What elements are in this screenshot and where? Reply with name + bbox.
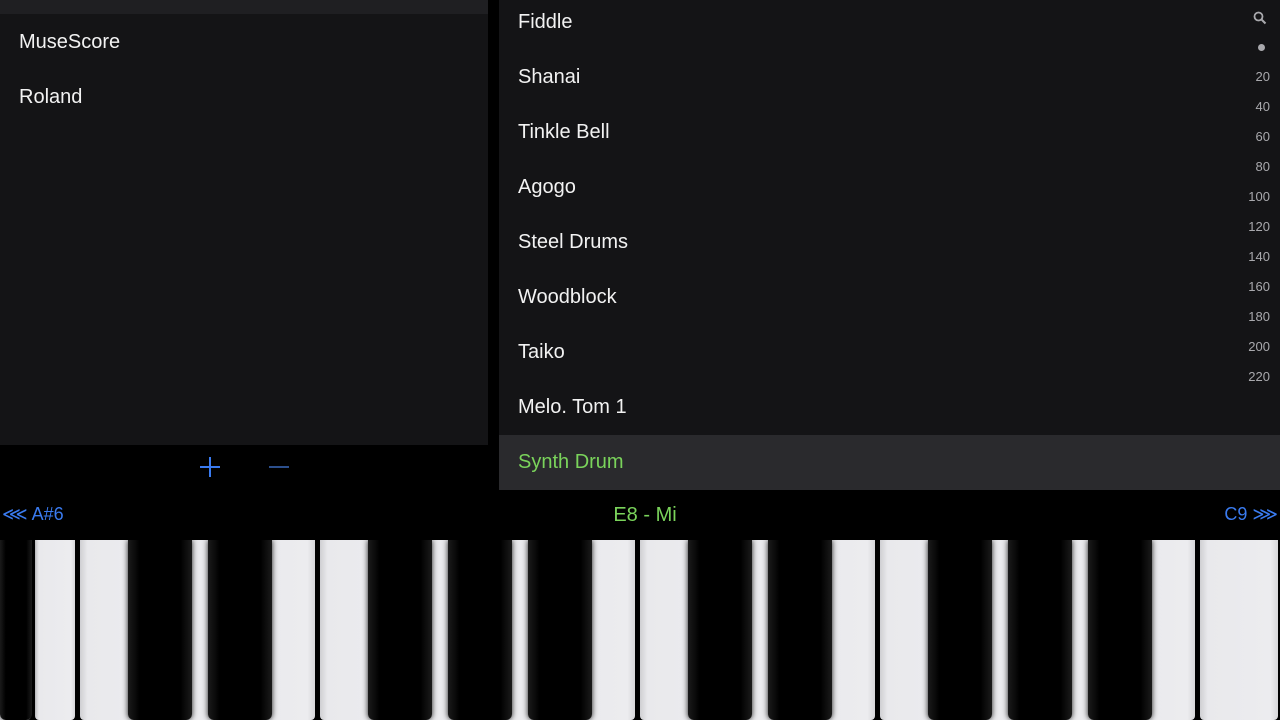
piano-black-key[interactable] xyxy=(448,540,512,720)
index-item-100[interactable]: 100 xyxy=(1230,190,1270,204)
instrument-label-selected: Synth Drum xyxy=(518,451,624,473)
search-icon[interactable] xyxy=(1253,11,1267,25)
add-soundfont-button[interactable] xyxy=(196,453,224,481)
piano-black-key[interactable] xyxy=(768,540,832,720)
index-item-180[interactable]: 180 xyxy=(1230,310,1270,324)
index-item-20[interactable]: 20 xyxy=(1230,70,1270,84)
list-header-strip xyxy=(0,0,488,14)
index-item-200[interactable]: 200 xyxy=(1230,340,1270,354)
instrument-item-melo-tom-1[interactable]: Melo. Tom 1 xyxy=(499,385,1280,440)
instrument-label: Tinkle Bell xyxy=(518,121,610,143)
instrument-label: Woodblock xyxy=(518,286,617,308)
piano-black-key[interactable] xyxy=(128,540,192,720)
piano-black-key[interactable] xyxy=(928,540,992,720)
instrument-label: Shanai xyxy=(518,66,581,88)
piano-black-key[interactable] xyxy=(368,540,432,720)
index-item-220[interactable]: 220 xyxy=(1230,370,1270,384)
instrument-label: Steel Drums xyxy=(518,231,629,253)
piano-black-key[interactable] xyxy=(1088,540,1152,720)
app-window: MuseScore Roland Fiddle Shanai Tinkle Be… xyxy=(0,0,1280,720)
soundfont-item-roland[interactable]: Roland xyxy=(19,70,479,125)
piano-black-key[interactable] xyxy=(0,540,32,720)
piano-black-key[interactable] xyxy=(208,540,272,720)
index-item-80[interactable]: 80 xyxy=(1230,160,1270,174)
instrument-item-taiko[interactable]: Taiko xyxy=(499,330,1280,385)
instrument-item-shanai[interactable]: Shanai xyxy=(499,55,1280,110)
index-item-40[interactable]: 40 xyxy=(1230,100,1270,114)
instrument-label: Melo. Tom 1 xyxy=(518,396,627,418)
index-item-120[interactable]: 120 xyxy=(1230,220,1270,234)
piano-black-key[interactable] xyxy=(528,540,592,720)
index-dot-icon[interactable] xyxy=(1258,44,1265,51)
piano-black-key[interactable] xyxy=(688,540,752,720)
instrument-label: Fiddle xyxy=(518,11,573,33)
instrument-label: Agogo xyxy=(518,176,576,198)
piano-black-key[interactable] xyxy=(1008,540,1072,720)
index-item-60[interactable]: 60 xyxy=(1230,130,1270,144)
piano-keyboard xyxy=(0,540,1280,720)
instrument-item-woodblock[interactable]: Woodblock xyxy=(499,275,1280,330)
instrument-item-agogo[interactable]: Agogo xyxy=(499,165,1280,220)
piano-white-key[interactable] xyxy=(35,540,75,720)
section-index-bar[interactable]: 20 40 60 80 100 120 140 160 180 200 220 xyxy=(1236,0,1280,400)
index-item-140[interactable]: 140 xyxy=(1230,250,1270,264)
instrument-item-steel-drums[interactable]: Steel Drums xyxy=(499,220,1280,275)
octave-next-button[interactable]: C9 ⋙ xyxy=(1224,504,1278,525)
soundfont-list: MuseScore Roland xyxy=(0,0,488,445)
index-item-160[interactable]: 160 xyxy=(1230,280,1270,294)
instrument-label: Taiko xyxy=(518,341,565,363)
instrument-item-tinkle-bell[interactable]: Tinkle Bell xyxy=(499,110,1280,165)
instrument-item-fiddle[interactable]: Fiddle xyxy=(499,0,1280,55)
soundfont-toolbar xyxy=(0,445,488,490)
plus-icon xyxy=(200,457,220,477)
remove-soundfont-button[interactable] xyxy=(265,453,293,481)
current-note-label: E8 - Mi xyxy=(613,504,677,526)
keyboard-nav-bar: ⋘ A#6 E8 - Mi C9 ⋙ xyxy=(0,490,1280,540)
piano-white-key[interactable] xyxy=(1200,540,1278,720)
minus-icon xyxy=(269,466,289,468)
instrument-item-synth-drum[interactable]: Synth Drum xyxy=(499,435,1280,490)
soundfont-item-musescore[interactable]: MuseScore xyxy=(19,15,479,70)
instrument-list: Fiddle Shanai Tinkle Bell Agogo Steel Dr… xyxy=(499,0,1280,490)
